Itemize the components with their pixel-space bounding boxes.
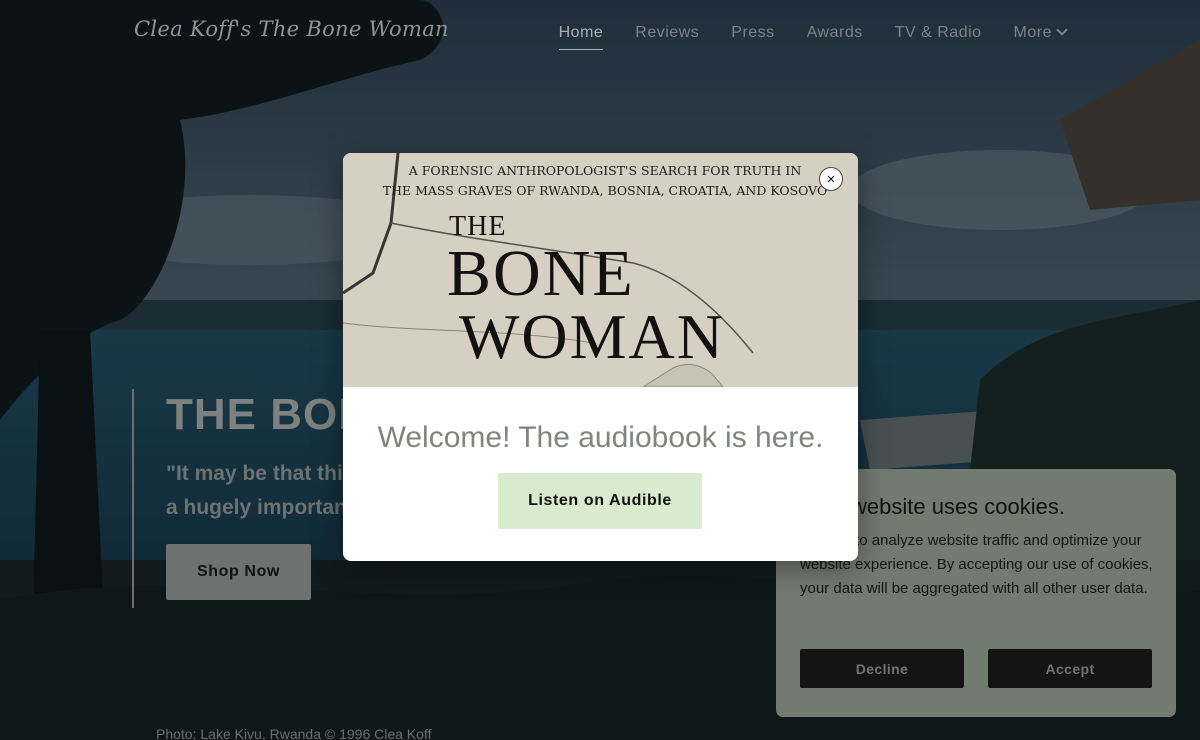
nav-tv-radio[interactable]: TV & Radio	[895, 24, 982, 48]
book-cover-image: A FORENSIC ANTHROPOLOGIST'S SEARCH FOR T…	[343, 153, 858, 387]
photo-credit: Photo: Lake Kivu, Rwanda © 1996 Clea Kof…	[156, 726, 432, 740]
site-brand[interactable]: Clea Koff's The Bone Woman	[134, 17, 449, 41]
cookie-title: website uses cookies.	[851, 494, 1065, 519]
cover-subtitle-line-2: THE MASS GRAVES OF RWANDA, BOSNIA, CROAT…	[383, 183, 828, 198]
nav-more-label: More	[1013, 24, 1052, 41]
close-icon: ×	[826, 170, 836, 188]
modal-welcome-text: Welcome! The audiobook is here.	[377, 421, 824, 454]
cover-subtitle-line-1: A FORENSIC ANTHROPOLOGIST'S SEARCH FOR T…	[408, 163, 802, 178]
nav-press[interactable]: Press	[731, 24, 774, 48]
accept-button[interactable]: Accept	[988, 649, 1152, 688]
listen-on-audible-button[interactable]: Listen on Audible	[498, 473, 702, 529]
main-nav: Home Reviews Press Awards TV & Radio Mor…	[558, 24, 1068, 50]
decline-button[interactable]: Decline	[800, 649, 964, 688]
hero-quote-line-2: a hugely importan	[166, 496, 347, 519]
hero-divider	[132, 389, 134, 608]
hero-quote-line-1: "It may be that this	[166, 462, 355, 485]
cover-title-woman: WOMAN	[459, 301, 725, 372]
hero-title: THE BON	[166, 390, 371, 439]
nav-home[interactable]: Home	[558, 24, 604, 50]
shop-now-button[interactable]: Shop Now	[166, 544, 311, 600]
site-header: Clea Koff's The Bone Woman Home Reviews …	[0, 0, 1200, 70]
audiobook-modal: A FORENSIC ANTHROPOLOGIST'S SEARCH FOR T…	[343, 153, 858, 561]
close-button[interactable]: ×	[819, 167, 843, 191]
nav-more[interactable]: More	[1013, 24, 1068, 48]
nav-awards[interactable]: Awards	[807, 24, 863, 48]
chevron-down-icon	[1056, 24, 1068, 36]
cover-title-bone: BONE	[447, 237, 635, 310]
nav-reviews[interactable]: Reviews	[635, 24, 699, 48]
hero-quote: "It may be that this a hugely importan	[166, 457, 355, 525]
